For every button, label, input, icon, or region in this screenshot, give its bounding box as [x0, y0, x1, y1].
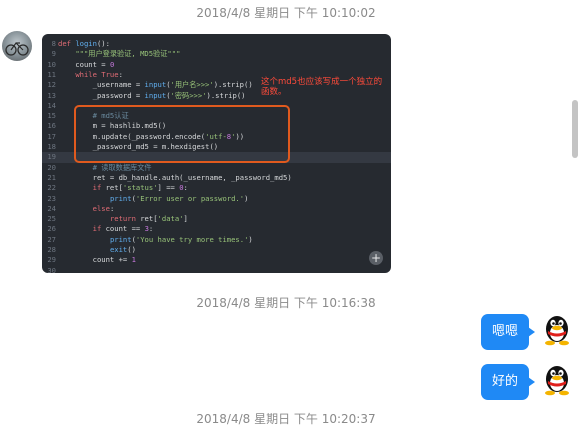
- line-number: 9: [51, 49, 56, 59]
- code-line: 21 ret = db_handle.auth(_username, _pass…: [42, 173, 391, 183]
- code-text: if count == 3:: [92, 224, 154, 234]
- code-line: 24 else:: [42, 204, 391, 214]
- line-number: 19: [47, 152, 56, 162]
- timestamp: 2018/4/8 星期日 下午 10:10:02: [196, 6, 376, 20]
- code-line: 8 def login():: [42, 39, 391, 49]
- line-number: 30: [47, 265, 56, 273]
- line-number: 13: [47, 90, 56, 100]
- code-text: count += 1: [58, 255, 136, 265]
- message-bubble[interactable]: 好的: [481, 364, 535, 400]
- code-text: def login():: [58, 39, 110, 48]
- line-number: 23: [47, 193, 56, 203]
- code-text: """用户登录验证, MD5验证""": [75, 49, 181, 59]
- line-number: 25: [47, 214, 56, 224]
- code-line: 29 count += 1: [42, 255, 391, 265]
- line-number: 8: [51, 39, 56, 48]
- code-text: ret = db_handle.auth(_username, _passwor…: [58, 172, 292, 182]
- code-text: return ret['data']: [109, 214, 188, 224]
- code-line: 23 print('Error user or password.'): [42, 194, 391, 204]
- code-line: 10 count = 0: [42, 60, 391, 70]
- line-number: 24: [47, 203, 56, 213]
- code-text: while True:: [75, 69, 123, 79]
- line-number: 16: [47, 121, 56, 131]
- code-line: 9 """用户登录验证, MD5验证""": [42, 49, 391, 59]
- message-bubble[interactable]: 嗯嗯: [481, 314, 535, 350]
- line-number: 10: [47, 59, 56, 69]
- line-number: 11: [47, 69, 56, 79]
- code-text: if ret['status'] == 0:: [92, 183, 188, 193]
- line-number: 21: [47, 172, 56, 182]
- code-line: 28 exit(): [42, 245, 391, 255]
- code-line: 27 print('You have try more times.'): [42, 235, 391, 245]
- code-text: print('You have try more times.'): [109, 234, 253, 244]
- code-line: 26 if count == 3:: [42, 224, 391, 234]
- code-text: else:: [92, 203, 115, 213]
- qq-penguin-avatar[interactable]: [541, 312, 573, 346]
- code-text: _username = input('用户名>>>').strip(): [58, 80, 253, 90]
- scrollbar-thumb[interactable]: [572, 100, 578, 158]
- code-text: _password = input('密码>>>').strip(): [58, 90, 246, 100]
- annotation-text: 这个md5也应该写成一个独立的函数。: [261, 77, 383, 97]
- line-number: 15: [47, 111, 56, 121]
- timestamp: 2018/4/8 星期日 下午 10:20:37: [196, 412, 376, 426]
- line-number: 18: [47, 142, 56, 151]
- contact-avatar[interactable]: [2, 31, 32, 61]
- line-number: 26: [47, 224, 56, 234]
- line-number: 29: [47, 255, 56, 265]
- code-text: exit(): [109, 245, 136, 254]
- line-number: 12: [47, 80, 56, 90]
- line-number: 14: [47, 100, 56, 110]
- qq-penguin-avatar[interactable]: [541, 362, 573, 396]
- code-text: count = 0: [58, 59, 115, 69]
- bicycle-icon: [5, 42, 29, 56]
- code-line: 30: [42, 266, 391, 273]
- line-number: 28: [47, 245, 56, 254]
- line-number: 22: [47, 183, 56, 193]
- line-number: 20: [47, 162, 56, 172]
- expand-icon[interactable]: +: [369, 251, 383, 265]
- highlight-box: [74, 105, 290, 163]
- line-number: 17: [47, 131, 56, 141]
- code-screenshot[interactable]: 8 def login(): 9 """用户登录验证, MD5验证""" 10 cou…: [42, 34, 391, 273]
- timestamp: 2018/4/8 星期日 下午 10:16:38: [196, 296, 376, 310]
- code-line: 20 # 读取数据库文件: [42, 163, 391, 173]
- code-text: print('Error user or password.'): [109, 193, 249, 203]
- code-line: 25 return ret['data']: [42, 214, 391, 224]
- code-line: 22 if ret['status'] == 0:: [42, 183, 391, 193]
- line-number: 27: [47, 234, 56, 244]
- code-text: # 读取数据库文件: [58, 162, 152, 172]
